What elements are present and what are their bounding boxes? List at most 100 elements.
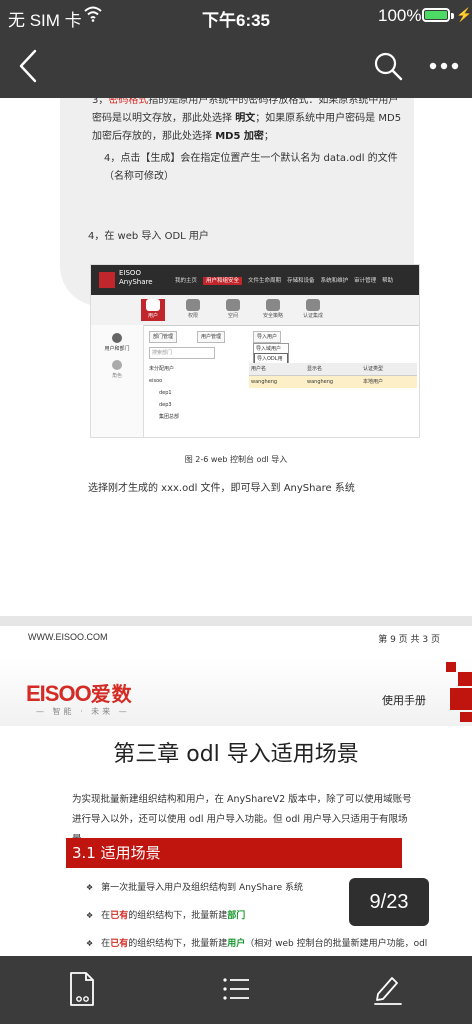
annotate-button[interactable] [370,970,406,1008]
fig-td: wangheng [251,379,278,385]
fig-dd-item: 导入域用户 [256,346,282,352]
fig-tab-label: 安全策略 [262,313,283,319]
fig-td: wangheng [307,379,334,385]
step3-end: ； [263,131,274,142]
bullet-text: 在 [101,911,111,921]
document-view[interactable]: 3，密码格式指的是原用户系统中的密码存放格式：如果原系统中用户密码是以明文存放，… [0,98,472,956]
fig-auth-icon [306,299,320,311]
fig-tree-item: dep1 [159,390,172,396]
fig-tree-item: eisoo [149,378,163,384]
fig-btn-user: 用户管理 [197,331,226,343]
fig-tab-permission: 权限 [181,299,205,321]
battery-tip [451,13,454,19]
bullet-item: ❖ 在已有的组织结构下，批量新建用户（相对 web 控制台的批量新建用户功能，od… [86,936,466,949]
fig-tree-item: 集团总部 [159,414,180,420]
bullet-text: 的组织结构下，批量新建 [128,911,228,921]
fig-th: 显示名 [307,366,323,372]
logo-en: EISOO [26,681,92,706]
battery-percent: 100% [378,6,422,25]
bullet-diamond-icon: ❖ [86,939,94,948]
bullet-diamond-icon: ❖ [86,883,94,892]
document-icon [70,972,94,1006]
fig-permission-icon [186,299,200,311]
fig-tree-item: 未分配用户 [149,366,175,372]
fig-header: EISOO AnyShare 我的主页 用户和组安全 文件生命周期 存储和设备 系统和维护… [91,265,419,295]
page-indicator: 9/23 [349,878,429,926]
section-title: 3.1 适用场景 [66,838,402,868]
fig-table-header: 用户名 显示名 认证类型 [249,363,417,376]
battery-fill [425,11,447,19]
fig-sidebar: 用户和部门 角色 [91,325,144,437]
status-bar: 无 SIM 卡 下午6:35 100% ⚡ [0,0,472,34]
fig-tab-label: 认证集成 [302,313,323,319]
figure-web-console: EISOO AnyShare 我的主页 用户和组安全 文件生命周期 存储和设备 系统和维护… [90,264,420,438]
bullet-item: ❖ 在已有的组织结构下，批量新建部门 [86,908,245,921]
fig-brand-line2: AnyShare [119,278,153,286]
fig-main: 部门管理 用户管理 导入用户 导入域用户 导入ODL用户 搜索部门 未分配用户 … [145,325,419,437]
fig-menu: 我的主页 用户和组安全 文件生命周期 存储和设备 系统和维护 审计管理 帮助 [175,276,399,285]
fig-side-label: 角色 [111,373,122,379]
fig-tab-space: 空间 [221,299,245,321]
chapter-title: 第三章 odl 导入适用场景 [113,742,359,767]
search-icon [374,52,403,81]
footer-page-number: 第 9 页 共 3 页 [378,635,440,645]
bullet-red: 已有 [110,911,129,921]
web-import-heading: 4，在 web 导入 ODL 用户 [88,231,209,242]
fig-security-icon [266,299,280,311]
fig-table-row: wangheng wangheng 本地用户 [249,376,417,388]
document-button[interactable] [64,970,100,1008]
eisoo-logo: EISOO爱数 [26,678,133,707]
step3-prefix: 3， [92,98,109,106]
list-icon [223,978,249,1000]
fig-tabs: 用户 权限 空间 安全策略 认证集成 [91,295,419,326]
fig-space-icon [226,299,240,311]
nav-bar [0,34,472,98]
fig-menu-item: 帮助 [382,278,394,284]
fig-tab-security: 安全策略 [261,299,285,321]
fig-menu-item: 存储和设备 [287,278,315,284]
step3-paragraph: 3，密码格式指的是原用户系统中的密码存放格式：如果原系统中用户密码是以明文存放，… [92,98,406,146]
fig-td: 本地用户 [363,379,384,385]
back-icon [19,49,37,83]
bullet-text: 第一次批量导入用户及组织结构到 AnyShare 系统 [101,883,304,893]
bullet-text: （相对 web 控制台的批量新建用户功能，odl [245,939,428,949]
fig-menu-item-active: 用户和组安全 [203,277,243,285]
select-file-text: 选择刚才生成的 xxx.odl 文件，即可导入到 AnyShare 系统 [88,483,355,494]
step4-paragraph: 4，点击【生成】会在指定位置产生一个默认名为 data.odl 的文件（名称可修… [104,153,398,182]
manual-label: 使用手册 [382,694,426,707]
more-button[interactable] [426,48,462,84]
fig-menu-item: 我的主页 [175,278,198,284]
fig-table: 用户名 显示名 认证类型 wangheng wangheng 本地用户 [249,363,417,388]
fig-brand-line1: EISOO [119,269,141,277]
fig-tab-label: 空间 [227,313,238,319]
header-decoration-icon [446,662,472,722]
step3-bold2: MD5 加密 [215,131,264,142]
fig-menu-item: 系统和维护 [320,278,349,284]
list-button[interactable] [218,970,254,1008]
footer-website: WWW.EISOO.COM [28,632,108,642]
fig-tree: 未分配用户 eisoo dep1 dep3 集团总部 [149,363,243,423]
fig-users-icon [112,333,122,343]
fig-th: 用户名 [251,366,267,372]
fig-side-roles: 角色 [91,352,143,379]
fig-tree-item: dep3 [159,402,172,408]
fig-menu-item: 审计管理 [354,278,377,284]
step3-red: 密码格式 [108,98,149,106]
fig-th: 认证类型 [363,366,384,372]
fig-tab-label: 权限 [187,313,198,319]
logo-slogan: — 智能 · 未来 — [36,707,130,716]
logo-cn: 爱数 [90,682,133,706]
fig-side-label: 用户和部门 [104,346,130,352]
figure-caption: 图 2-6 web 控制台 odl 导入 [184,455,288,464]
bullet-diamond-icon: ❖ [86,911,94,920]
battery-icon [422,8,450,22]
search-button[interactable] [370,48,406,84]
fig-tab-label: 用户 [147,313,158,319]
fig-brand: EISOO AnyShare [119,269,153,287]
fig-side-users: 用户和部门 [91,325,143,352]
annotate-icon [374,977,402,1005]
fig-menu-item: 文件生命周期 [248,278,282,284]
bullet-green: 部门 [227,911,246,921]
bullet-text: 在 [101,939,111,949]
back-button[interactable] [10,48,46,84]
